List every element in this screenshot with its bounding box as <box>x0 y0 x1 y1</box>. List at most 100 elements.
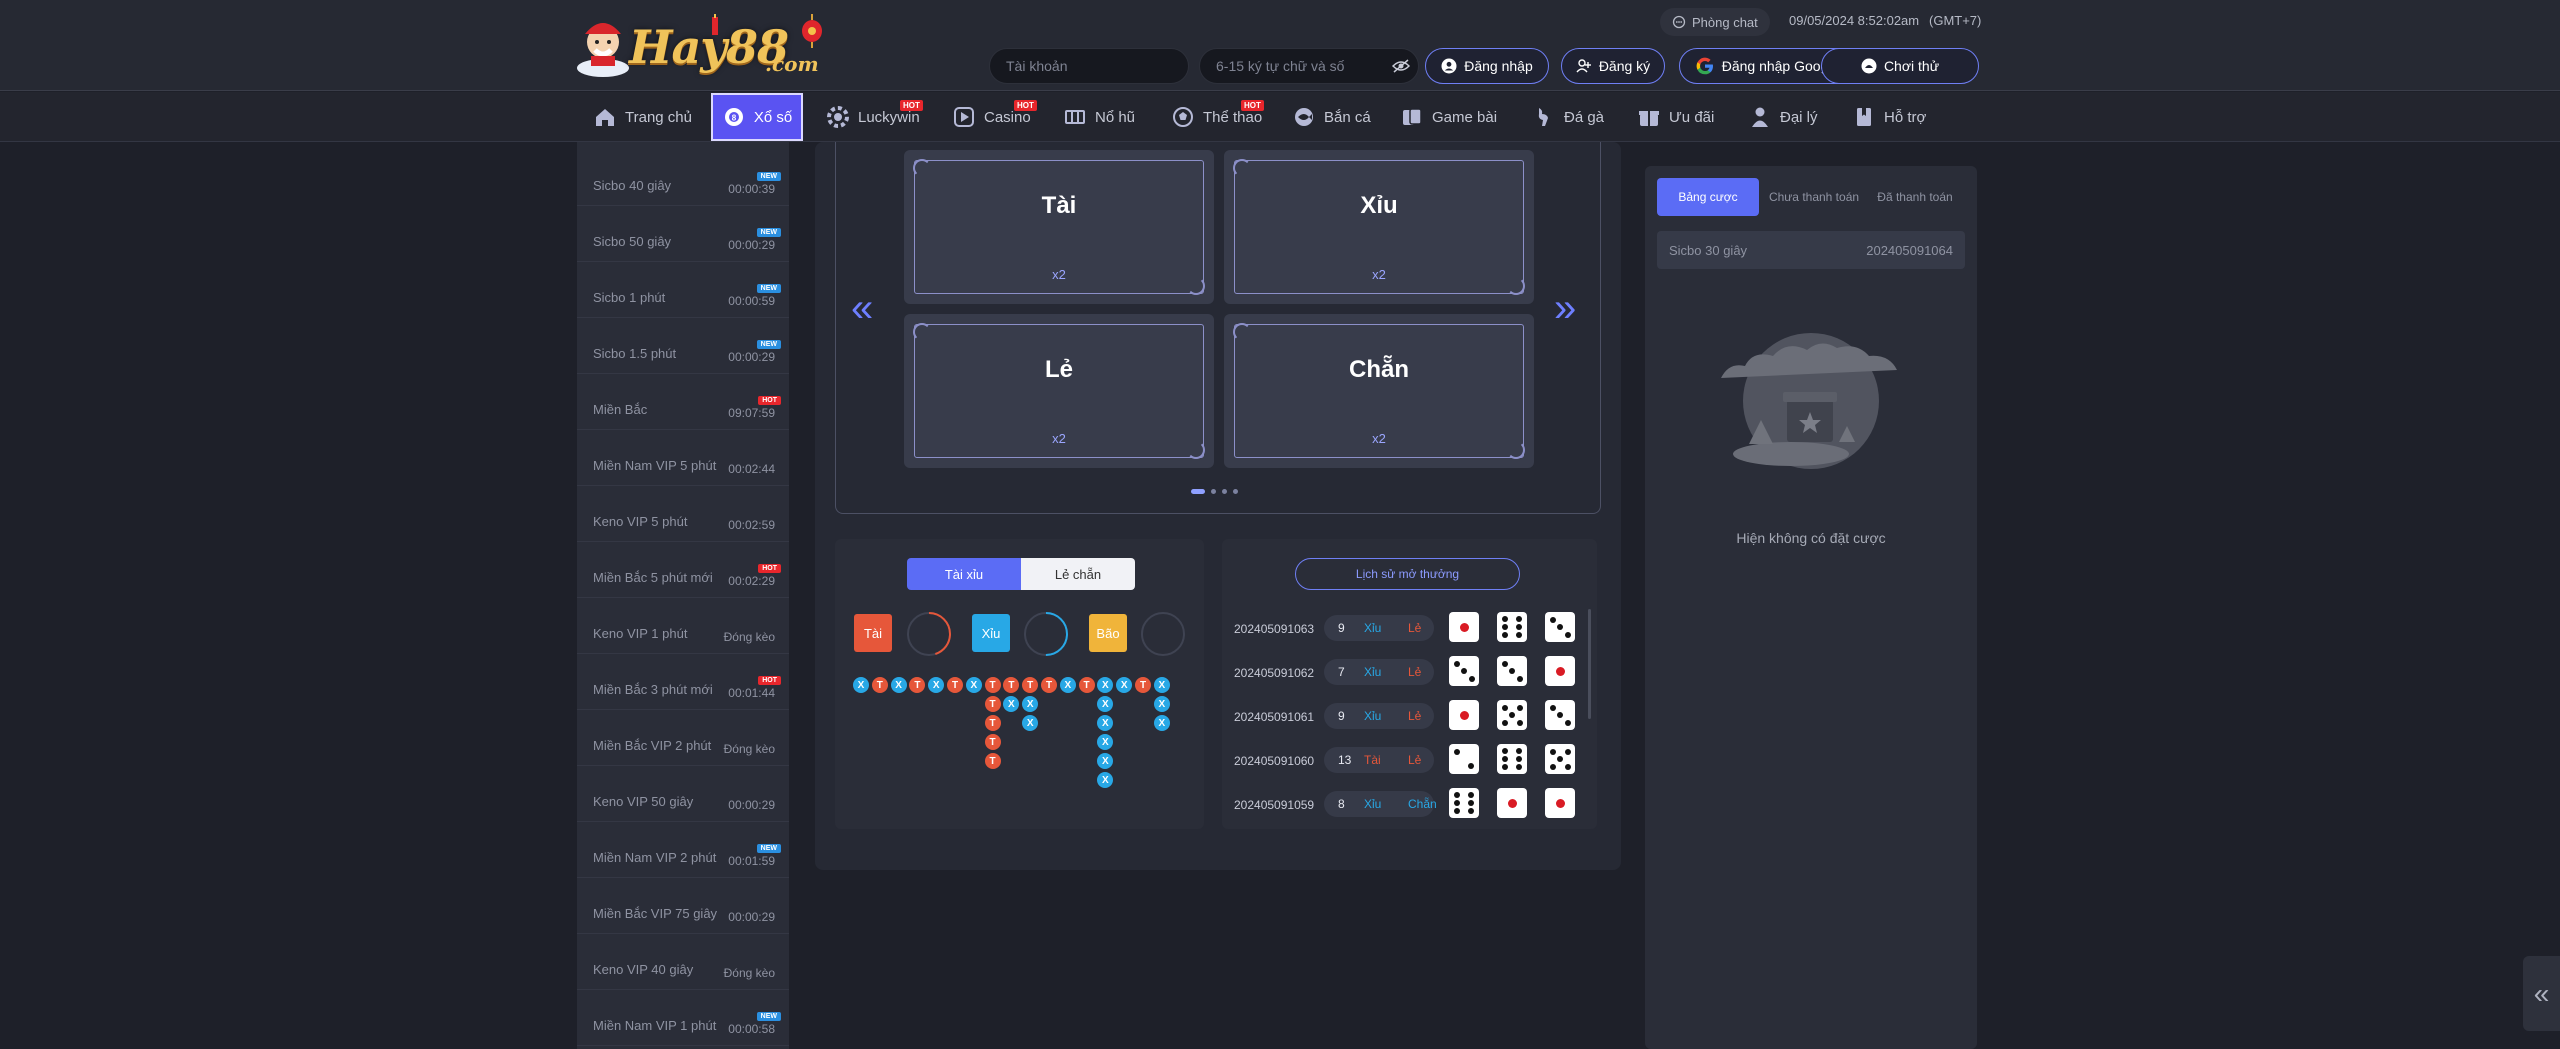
sidebar-game-item[interactable]: Miền Nam VIP 1 phút 00:00:58 NEW <box>577 990 789 1046</box>
gamepad-icon <box>1861 58 1877 74</box>
game-countdown: 00:00:29 <box>728 350 775 364</box>
game-countdown: 00:00:29 <box>728 910 775 924</box>
carousel-dot[interactable] <box>1233 488 1238 494</box>
history-scrollbar[interactable] <box>1588 609 1591 719</box>
bead-xiu: X <box>1022 696 1039 712</box>
nav-support[interactable]: Hỗ trợ <box>1852 92 1926 142</box>
sidebar-game-item[interactable]: Miền Bắc VIP 75 giây 00:00:29 <box>577 878 789 934</box>
site-logo[interactable]: Hay88 .com <box>577 12 829 80</box>
nav-fishing[interactable]: Bắn cá <box>1292 92 1371 142</box>
tab-le-chan[interactable]: Lẻ chẵn <box>1021 558 1135 590</box>
bead-xiu: X <box>1153 677 1170 693</box>
parity-result: Lẻ <box>1408 753 1422 767</box>
nav-promotions[interactable]: Ưu đãi <box>1637 92 1714 142</box>
nav-label: Nổ hũ <box>1095 108 1136 126</box>
round-id: 202405091062 <box>1234 666 1315 680</box>
demo-play-button[interactable]: Chơi thử <box>1821 48 1979 84</box>
dice-face-3-icon <box>1545 612 1575 642</box>
bet-card-xiu[interactable]: Xỉu x2 <box>1224 150 1534 304</box>
sidebar-game-item[interactable]: Miền Bắc 3 phút mới 00:01:44 HOT <box>577 654 789 710</box>
dice-sum: 7 <box>1338 665 1345 679</box>
bead-xiu: X <box>1022 715 1039 731</box>
bet-card-le[interactable]: Lẻ x2 <box>904 314 1214 468</box>
sidebar-game-item[interactable]: Keno VIP 50 giây 00:00:29 <box>577 766 789 822</box>
bet-card-tai[interactable]: Tài x2 <box>904 150 1214 304</box>
bet-card-chan[interactable]: Chẵn x2 <box>1224 314 1534 468</box>
sidebar-game-item[interactable]: Keno VIP 1 phút Đóng kèo <box>577 598 789 654</box>
bead-xiu: X <box>1153 696 1170 712</box>
game-countdown: 00:00:58 <box>728 1022 775 1036</box>
lantern-icon <box>802 14 822 48</box>
sidebar-game-item[interactable]: Sicbo 1.5 phút 00:00:29 NEW <box>577 318 789 374</box>
sidebar-game-item[interactable]: Miền Bắc VIP 2 phút Đóng kèo <box>577 710 789 766</box>
draw-history-button[interactable]: Lịch sử mở thưởng <box>1295 558 1520 590</box>
nav-casino[interactable]: Casino HOT <box>952 92 1037 142</box>
main-nav: Trang chủ 8 Xổ số Luckywin HOT Casino HO… <box>0 92 2560 142</box>
dice-face-1-icon <box>1545 656 1575 686</box>
password-input[interactable] <box>1199 48 1419 84</box>
sidebar-game-item[interactable]: Sicbo 1 phút 00:00:59 NEW <box>577 262 789 318</box>
carousel-dot[interactable] <box>1211 488 1216 494</box>
register-button[interactable]: Đăng ký <box>1561 48 1665 84</box>
sidebar-game-item[interactable]: Miền Nam VIP 5 phút 00:02:44 <box>577 430 789 486</box>
bead-xiu: X <box>928 677 945 693</box>
nav-label: Bắn cá <box>1324 108 1371 126</box>
chat-label: Phòng chat <box>1692 14 1758 30</box>
bead-tai: T <box>1078 677 1095 693</box>
sidebar-game-item[interactable]: Miền Bắc 5 phút mới 00:02:29 HOT <box>577 542 789 598</box>
result-pill: 9 Xỉu Lẻ <box>1324 615 1434 641</box>
tab-unsettled[interactable]: Chưa thanh toán <box>1763 178 1865 216</box>
game-countdown: 00:00:59 <box>728 294 775 308</box>
nav-lottery[interactable]: 8 Xổ số <box>711 93 803 141</box>
tab-tai-xiu[interactable]: Tài xỉu <box>907 558 1021 590</box>
carousel-dots[interactable] <box>1191 488 1238 494</box>
cards-icon <box>1400 105 1424 129</box>
tab-bet-slip[interactable]: Bảng cược <box>1657 178 1759 216</box>
dice-sum: 9 <box>1338 621 1345 635</box>
game-tag-badge: HOT <box>758 564 781 573</box>
nav-label: Đại lý <box>1780 108 1818 126</box>
history-row: 202405091063 9 Xỉu Lẻ <box>1222 607 1597 651</box>
eye-off-icon[interactable] <box>1392 59 1410 73</box>
bead-xiu: X <box>1097 696 1114 712</box>
lottery-icon: 8 <box>722 105 746 129</box>
chat-room-button[interactable]: Phòng chat <box>1660 8 1770 36</box>
sidebar-game-item[interactable]: Miền Bắc 09:07:59 HOT <box>577 374 789 430</box>
tab-settled[interactable]: Đã thanh toán <box>1865 178 1965 216</box>
nav-home[interactable]: Trang chủ <box>593 92 692 142</box>
nav-sports[interactable]: Thể thao HOT <box>1171 92 1264 142</box>
game-tag-badge: NEW <box>756 228 781 237</box>
bead-tai: T <box>984 715 1001 731</box>
sidebar-game-item[interactable]: Sicbo 40 giây 00:00:39 NEW <box>577 150 789 206</box>
carousel-dot[interactable] <box>1222 488 1227 494</box>
nav-card-games[interactable]: Game bài <box>1400 92 1497 142</box>
tai-square: Tài <box>854 614 892 652</box>
sidebar-game-item[interactable]: Keno VIP 5 phút 00:02:59 <box>577 486 789 542</box>
game-tag-badge: NEW <box>756 172 781 181</box>
username-input[interactable] <box>989 48 1189 84</box>
game-countdown: 00:02:29 <box>728 574 775 588</box>
game-name: Miền Nam VIP 1 phút <box>593 1018 717 1033</box>
sidebar-game-item[interactable]: Keno VIP 40 giây Đóng kèo <box>577 934 789 990</box>
xiu-ratio-ring <box>1024 612 1068 656</box>
carousel-prev-icon[interactable]: « <box>851 288 873 328</box>
game-countdown: 00:01:44 <box>728 686 775 700</box>
bet-card-label: Chẵn <box>1349 356 1409 383</box>
dice-face-1-icon <box>1545 788 1575 818</box>
bead-xiu: X <box>1153 715 1170 731</box>
nav-label: Luckywin <box>858 108 920 126</box>
carousel-next-icon[interactable]: » <box>1554 288 1576 328</box>
carousel-dot[interactable] <box>1191 488 1205 494</box>
hot-badge: HOT <box>900 100 923 111</box>
sidebar-game-item[interactable]: Miền Nam VIP 2 phút 00:01:59 NEW <box>577 822 789 878</box>
nav-slots[interactable]: Nổ hũ <box>1063 92 1135 142</box>
bead-xiu: X <box>890 677 907 693</box>
nav-agent[interactable]: Đại lý <box>1748 92 1818 142</box>
sidebar-game-item[interactable]: Sicbo 50 giây 00:00:29 NEW <box>577 206 789 262</box>
collapse-panel-icon[interactable]: « <box>2523 956 2560 1031</box>
nav-luckywin[interactable]: Luckywin HOT <box>826 92 923 142</box>
login-button[interactable]: Đăng nhập <box>1425 48 1549 84</box>
dice-face-5-icon <box>1545 744 1575 774</box>
chip-icon <box>826 105 850 129</box>
nav-cockfight[interactable]: Đá gà <box>1532 92 1604 142</box>
